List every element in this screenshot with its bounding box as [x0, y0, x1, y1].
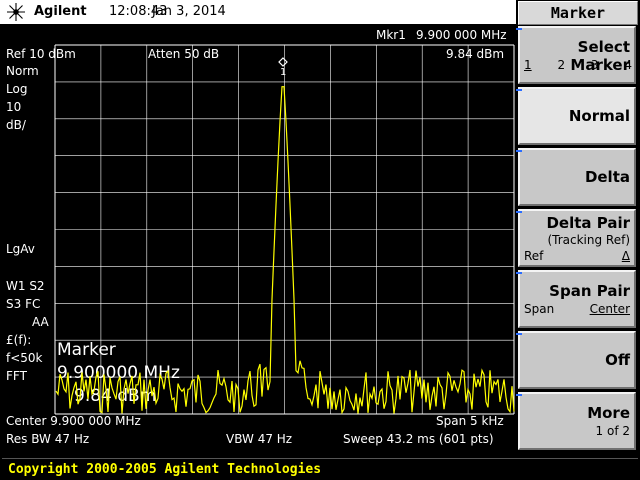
title-bar: Agilent 12:08:43 Jan 3, 2014 [0, 0, 516, 24]
normal-label: Normal [568, 107, 630, 125]
delta-softkey[interactable]: Delta [516, 148, 636, 206]
delta-pair-label: Delta Pair [546, 214, 630, 232]
spectrum-trace [55, 86, 515, 415]
copyright-text: Copyright 2000-2005 Agilent Technologies [8, 462, 322, 477]
more-page: 1 of 2 [595, 424, 630, 438]
graticule-display: 1 [54, 44, 515, 415]
delta-label: Delta [584, 168, 630, 186]
softkey-notch [516, 211, 522, 213]
span-pair-softkey[interactable]: Span Pair Span Center [516, 270, 636, 328]
marker-option-2[interactable]: 2 [557, 58, 565, 72]
softkey-notch [516, 89, 522, 91]
off-label: Off [605, 351, 630, 369]
softkey-notch [516, 28, 522, 30]
clock-date: Jan 3, 2014 [152, 4, 226, 19]
agilent-spark-icon [7, 3, 25, 21]
menu-title: Marker [518, 1, 638, 25]
span-pair-span: Span [524, 302, 555, 316]
delta-pair-sublabel: (Tracking Ref) [547, 233, 630, 247]
marker-diamond-icon [278, 57, 288, 67]
select-marker-options: 1 2 3 4 [524, 58, 632, 72]
softkey-panel: Marker Select Marker 1 2 3 4 Normal Delt… [516, 0, 640, 452]
delta-pair-softkey[interactable]: Delta Pair (Tracking Ref) Ref Δ [516, 209, 636, 267]
more-softkey[interactable]: More 1 of 2 [516, 392, 636, 450]
normal-softkey[interactable]: Normal [516, 87, 636, 145]
softkey-notch [516, 394, 522, 396]
span-pair-center: Center [589, 302, 630, 316]
brand-name: Agilent [34, 4, 87, 19]
status-line: Copyright 2000-2005 Agilent Technologies [2, 458, 638, 479]
softkey-notch [516, 272, 522, 274]
select-marker-softkey[interactable]: Select Marker 1 2 3 4 [516, 26, 636, 84]
softkey-notch [516, 150, 522, 152]
softkey-notch [516, 333, 522, 335]
marker-option-1[interactable]: 1 [524, 58, 532, 72]
more-label: More [587, 404, 630, 422]
span-pair-label: Span Pair [549, 282, 630, 300]
marker-number-label: 1 [280, 67, 286, 78]
marker-option-4[interactable]: 4 [624, 58, 632, 72]
marker-option-3[interactable]: 3 [591, 58, 599, 72]
off-softkey[interactable]: Off [516, 331, 636, 389]
status-bar: Copyright 2000-2005 Agilent Technologies [0, 452, 640, 480]
delta-pair-ref: Ref [524, 249, 544, 263]
delta-pair-delta: Δ [621, 249, 630, 263]
measurement-screen: Mkr1 9.900 000 MHz 9.84 dBm Ref 10 dBm A… [0, 24, 516, 452]
